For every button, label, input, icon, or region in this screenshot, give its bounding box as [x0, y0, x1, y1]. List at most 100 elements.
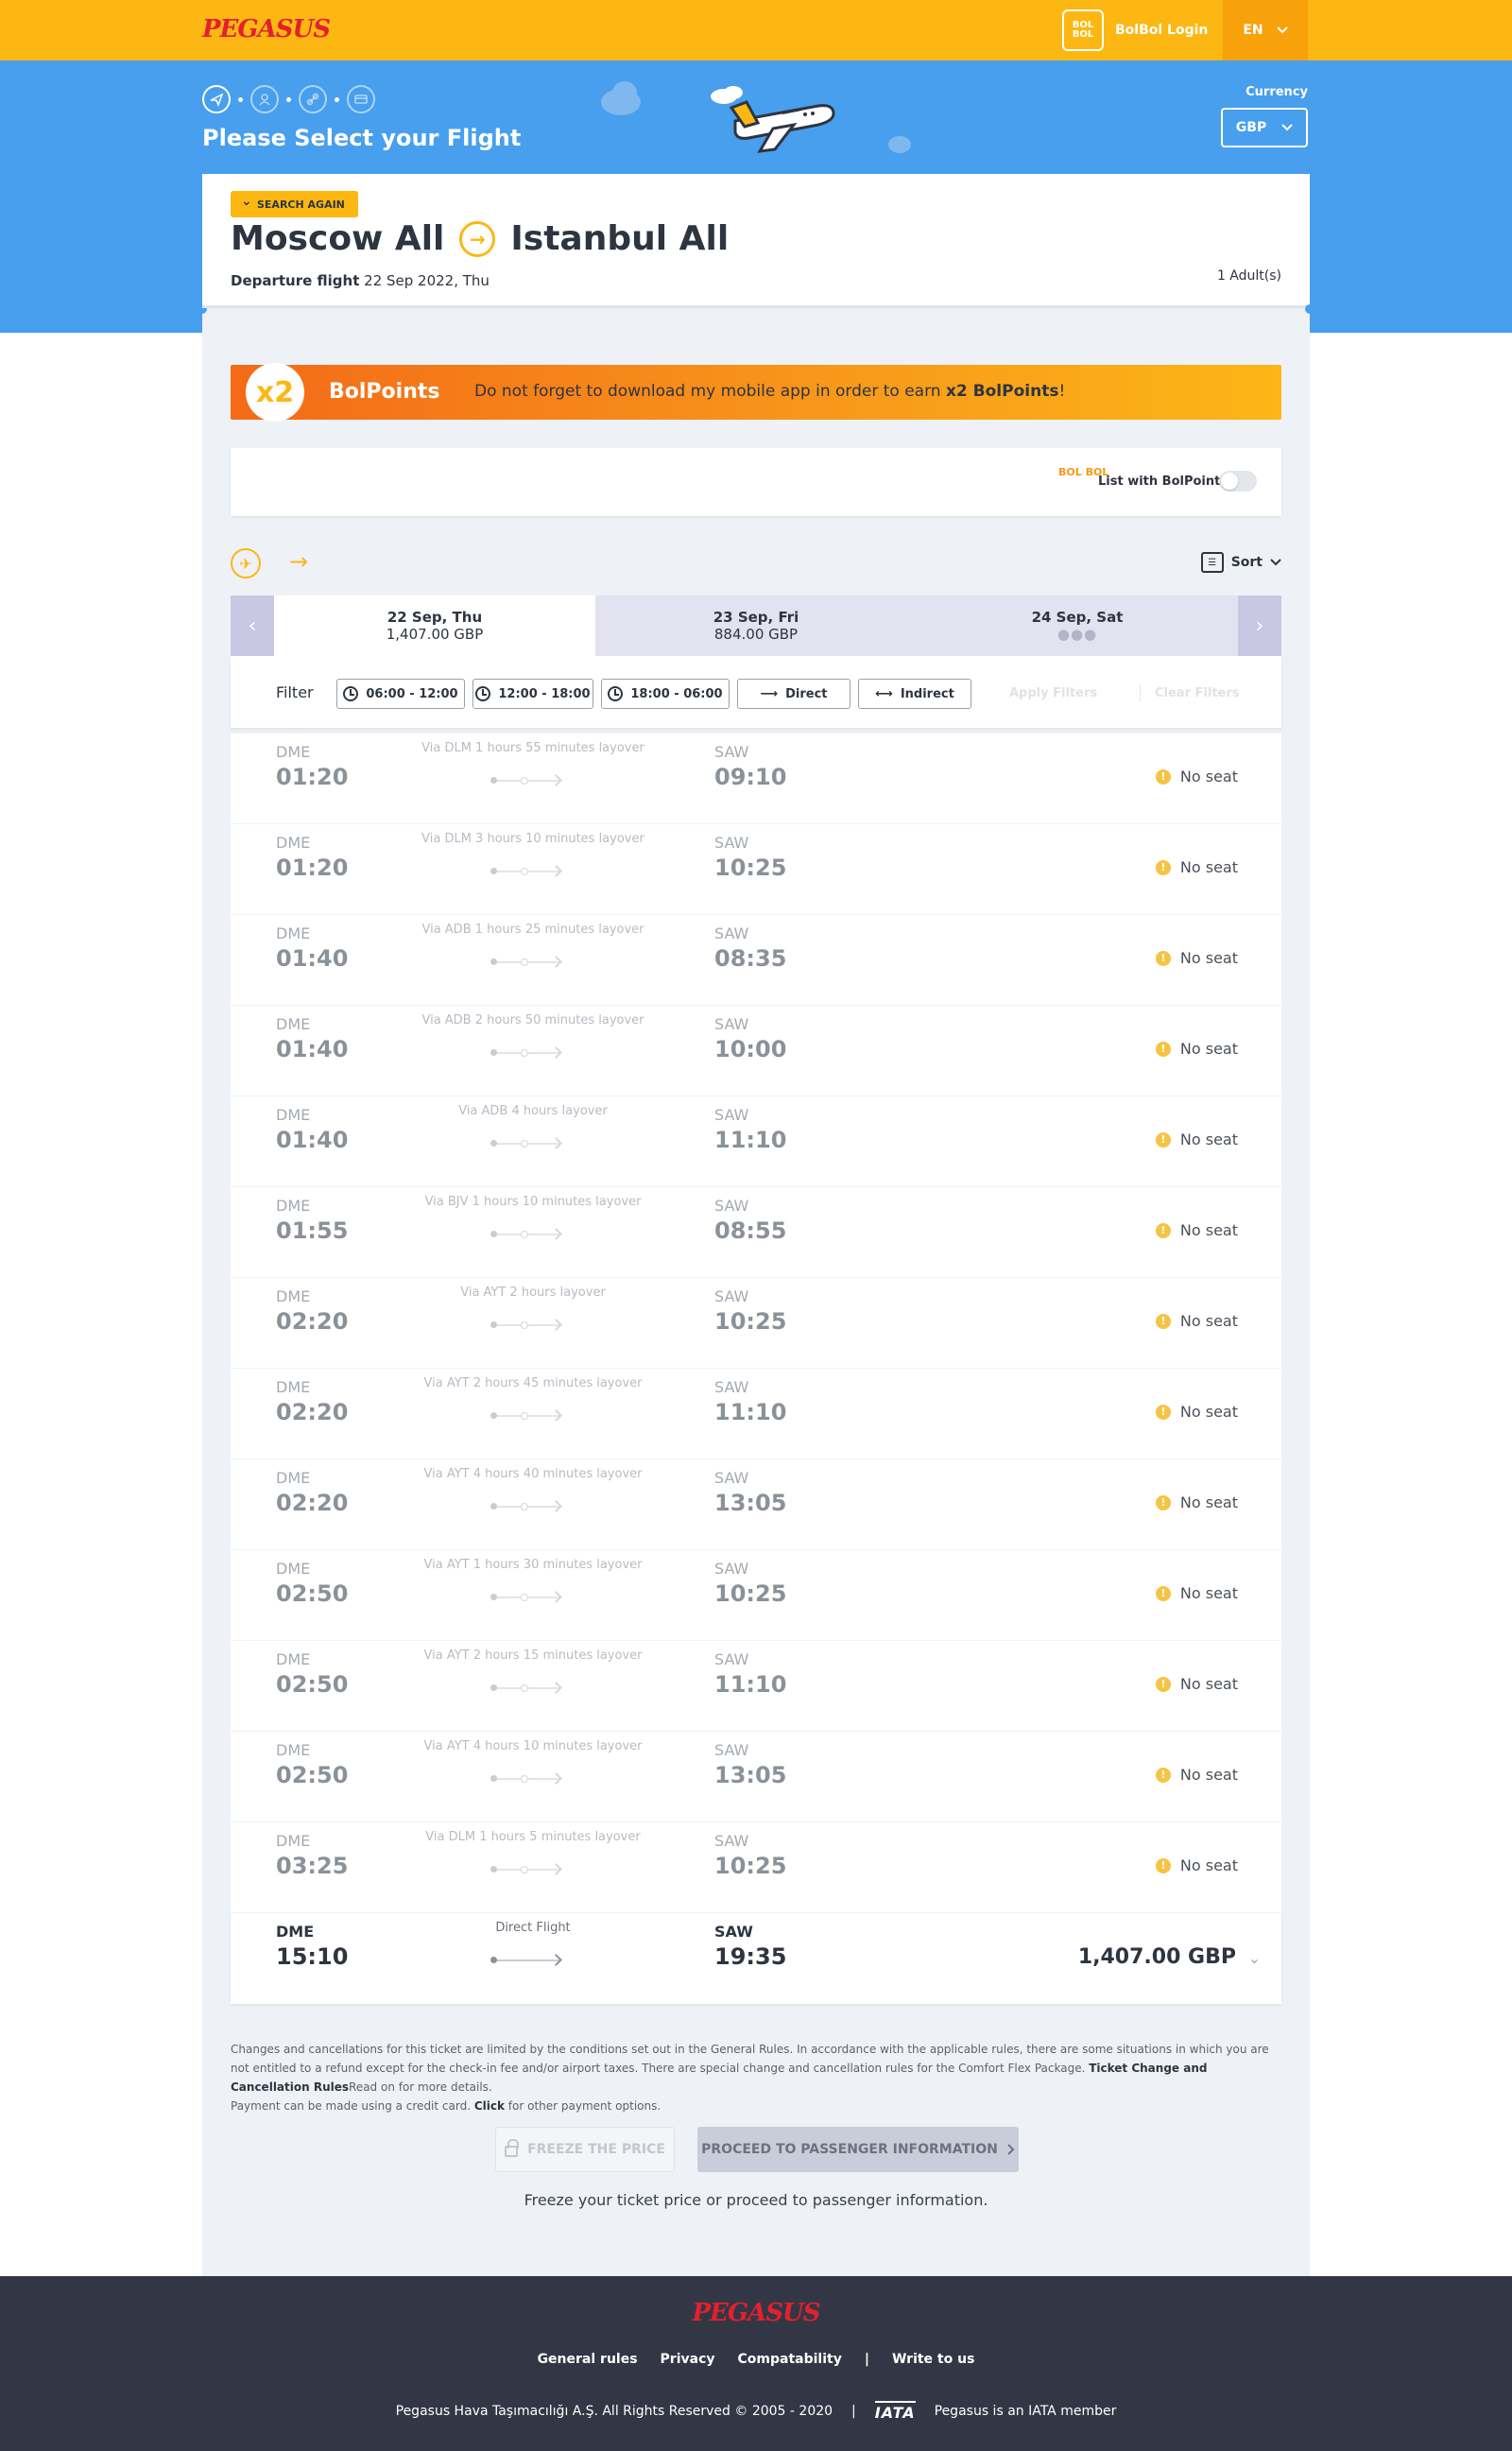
layover-info: Via DLM 1 hours 55 minutes layover	[421, 741, 644, 755]
flight-row[interactable]: DME 01:40 Via ADB 1 hours 25 minutes layov…	[231, 915, 1281, 1006]
origin-airport-code: DME	[276, 1287, 311, 1305]
footer-link-write-to-us[interactable]: Write to us	[892, 2352, 974, 2367]
layover-info: Via AYT 4 hours 10 minutes layover	[423, 1739, 643, 1753]
filter-bar: Filter 06:00 - 12:00 12:00 - 18:00 18:00…	[231, 656, 1281, 728]
departure-time: 02:20	[276, 1308, 349, 1335]
lock-icon	[505, 2139, 520, 2157]
flight-row[interactable]: DME 01:55 Via BJV 1 hours 10 minutes layov…	[231, 1187, 1281, 1278]
origin-airport-code: DME	[276, 1923, 315, 1941]
currency-label: Currency	[1246, 85, 1308, 99]
filter-evening[interactable]: 18:00 - 06:00	[601, 679, 730, 709]
filter-indirect[interactable]: ⟷ Indirect	[858, 679, 971, 709]
seat-status: ! No seat	[1155, 1040, 1238, 1058]
freeze-price-button[interactable]: FREEZE THE PRICE	[495, 2127, 675, 2172]
date-label: 24 Sep, Sat	[1031, 609, 1124, 626]
flight-row[interactable]: DME 02:20 Via AYT 2 hours 45 minutes layov…	[231, 1369, 1281, 1459]
seat-status: ! No seat	[1155, 1856, 1238, 1874]
clear-filters-button[interactable]: Clear Filters	[1155, 686, 1240, 700]
footer-link-general-rules[interactable]: General rules	[538, 2352, 638, 2367]
bolpoints-toggle-label: List with BolPoints	[1098, 475, 1228, 489]
bolpoints-toggle[interactable]	[1219, 471, 1257, 492]
flight-row[interactable]: DME 02:20 Via AYT 4 hours 40 minutes layov…	[231, 1459, 1281, 1550]
departure-time: 02:20	[276, 1399, 349, 1425]
layover-stop-icon	[521, 1503, 528, 1510]
date-label: 22 Sep, Thu	[387, 609, 483, 626]
flight-row[interactable]: DME 02:50 Via AYT 4 hours 10 minutes layov…	[231, 1732, 1281, 1822]
warning-icon: !	[1155, 1494, 1171, 1510]
seat-status-label: No seat	[1179, 858, 1238, 876]
flight-row[interactable]: DME 01:20 Via DLM 1 hours 55 minutes layov…	[231, 734, 1281, 824]
next-date-button[interactable]: ›	[1238, 595, 1281, 656]
route-title: Moscow All → Istanbul All	[231, 219, 729, 258]
search-again-button[interactable]: SEARCH AGAIN	[231, 191, 358, 217]
origin-airport-code: DME	[276, 1650, 311, 1668]
direct-arrow-icon: ⟶	[760, 686, 779, 701]
arrival-time: 10:00	[714, 1036, 787, 1062]
departure-time: 01:40	[276, 1036, 349, 1062]
apply-filters-button[interactable]: Apply Filters	[1009, 686, 1097, 700]
destination-airport-code: SAW	[714, 1106, 749, 1124]
promo-text-bold: x2 BolPoints	[945, 382, 1059, 401]
currency-select[interactable]: GBP	[1221, 108, 1308, 147]
ticket-rules-text: Changes and cancellations for this ticke…	[231, 2040, 1281, 2115]
arrival-time: 08:35	[714, 945, 787, 972]
origin-airport-code: DME	[276, 1378, 311, 1396]
flight-row[interactable]: DME 01:20 Via DLM 3 hours 10 minutes layov…	[231, 824, 1281, 915]
seat-status: ! No seat	[1155, 858, 1238, 876]
pegasus-logo[interactable]: PEGASUS	[202, 15, 331, 43]
destination-city: Istanbul All	[510, 219, 730, 258]
flight-row[interactable]: DME 02:50 Via AYT 2 hours 15 minutes layov…	[231, 1641, 1281, 1732]
layover-stop-icon	[521, 1140, 528, 1148]
bolbol-login-button[interactable]: BOL BOL BolBol Login	[1062, 9, 1208, 51]
destination-airport-code: SAW	[714, 1832, 749, 1850]
footer-link-privacy[interactable]: Privacy	[661, 2352, 715, 2367]
footer-link-compatability[interactable]: Compatability	[738, 2352, 842, 2367]
clock-icon	[475, 686, 491, 701]
flight-list: DME 01:20 Via DLM 1 hours 55 minutes layov…	[231, 734, 1281, 2004]
layover-info: Via ADB 4 hours layover	[458, 1104, 608, 1118]
direct-flight-row[interactable]: DME 15:10 Direct Flight SAW 19:35 1,407.00 GB…	[231, 1913, 1281, 2004]
flight-row[interactable]: DME 02:50 Via AYT 1 hours 30 minutes layov…	[231, 1550, 1281, 1641]
step-passenger-user-icon[interactable]	[250, 85, 279, 113]
departure-time: 03:25	[276, 1853, 349, 1879]
layover-stop-icon	[521, 868, 528, 875]
departure-time: 02:20	[276, 1490, 349, 1516]
departure-time: 02:50	[276, 1671, 349, 1698]
flight-row[interactable]: DME 02:20 Via AYT 2 hours layover SAW 10:25!…	[231, 1278, 1281, 1369]
step-flight-plane-icon[interactable]	[202, 85, 231, 113]
date-tab-23-sep[interactable]: 23 Sep, Fri 884.00 GBP	[595, 595, 917, 656]
layover-info: Via ADB 1 hours 25 minutes layover	[421, 923, 644, 937]
departure-time: 02:50	[276, 1580, 349, 1607]
filter-direct[interactable]: ⟶ Direct	[737, 679, 850, 709]
arrival-time: 13:05	[714, 1490, 787, 1516]
seat-status-label: No seat	[1179, 1403, 1238, 1421]
departure-info: Departure flight 22 Sep 2022, Thu	[231, 272, 490, 289]
step-extras-link-icon[interactable]	[299, 85, 327, 113]
sort-button[interactable]: ☰ Sort	[1200, 552, 1281, 573]
filter-chip-label: 12:00 - 18:00	[498, 686, 591, 701]
language-selector[interactable]: EN	[1223, 0, 1308, 60]
proceed-button[interactable]: PROCEED TO PASSENGER INFORMATION	[697, 2127, 1019, 2172]
chevron-down-icon[interactable]: ⌄	[1248, 1949, 1261, 1967]
step-payment-card-icon[interactable]	[347, 85, 375, 113]
seat-status: ! No seat	[1155, 1766, 1238, 1784]
flight-row[interactable]: DME 01:40 Via ADB 4 hours layover SAW 11:10!…	[231, 1096, 1281, 1187]
layover-stop-icon	[521, 1684, 528, 1692]
date-tab-22-sep[interactable]: 22 Sep, Thu 1,407.00 GBP	[274, 595, 595, 656]
filter-morning[interactable]: 06:00 - 12:00	[336, 679, 465, 709]
date-tab-24-sep[interactable]: 24 Sep, Sat ●●●	[917, 595, 1238, 656]
flight-row[interactable]: DME 01:40 Via ADB 2 hours 50 minutes layov…	[231, 1006, 1281, 1096]
origin-airport-code: DME	[276, 743, 311, 761]
filter-afternoon[interactable]: 12:00 - 18:00	[472, 679, 593, 709]
layover-info: Via BJV 1 hours 10 minutes layover	[424, 1195, 642, 1209]
date-selector: ‹ 22 Sep, Thu 1,407.00 GBP 23 Sep, Fri 8…	[231, 595, 1281, 656]
flight-row[interactable]: DME 03:25 Via DLM 1 hours 5 minutes layove…	[231, 1822, 1281, 1913]
previous-date-button[interactable]: ‹	[231, 595, 274, 656]
fare-price[interactable]: 1,407.00 GBP	[1078, 1945, 1236, 1969]
warning-icon: !	[1155, 1131, 1171, 1148]
footer-logo[interactable]: PEGASUS	[0, 2299, 1512, 2327]
cloud-decoration	[888, 136, 911, 153]
payment-options-link[interactable]: Click	[474, 2099, 505, 2113]
promo-title: BolPoints	[329, 380, 440, 404]
origin-airport-code: DME	[276, 1015, 311, 1033]
